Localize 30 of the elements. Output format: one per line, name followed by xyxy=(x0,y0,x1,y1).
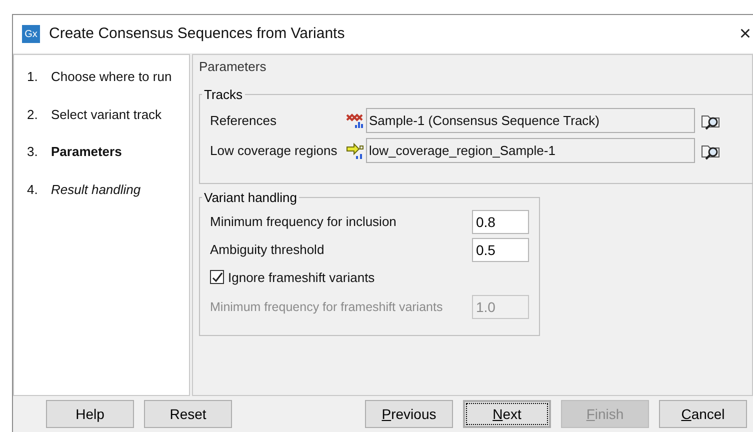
track-field[interactable]: low_coverage_region_Sample-1 xyxy=(366,138,695,163)
window-title: Create Consensus Sequences from Variants xyxy=(49,24,345,44)
dialog-button[interactable]: Cancel xyxy=(659,400,747,428)
checkbox-label: Ignore frameshift variants xyxy=(228,268,375,287)
step-number: 2. xyxy=(27,106,39,124)
step-number: 4. xyxy=(27,180,39,198)
dialog-button[interactable]: Reset xyxy=(144,400,232,428)
number-field[interactable]: 0.5 xyxy=(472,238,529,262)
field-label: Minimum frequency for inclusion xyxy=(210,212,398,231)
checkbox[interactable] xyxy=(210,270,224,284)
step-number: 3. xyxy=(27,143,39,161)
step-label: Parameters xyxy=(51,143,122,161)
track-field[interactable]: Sample-1 (Consensus Sequence Track) xyxy=(366,108,695,133)
field-label: References xyxy=(210,112,278,130)
close-button[interactable]: × xyxy=(739,24,751,44)
step-label: Result handling xyxy=(51,180,141,199)
field-label: Ambiguity threshold xyxy=(210,240,326,259)
panel-title: Parameters xyxy=(199,58,268,76)
track-icon xyxy=(346,112,364,130)
dialog-button[interactable]: Help xyxy=(46,400,134,428)
app-logo: Gx xyxy=(22,25,40,43)
step-label: Select variant track xyxy=(51,106,162,124)
dialog-button[interactable]: Next xyxy=(463,400,551,428)
field-label: Low coverage regions xyxy=(210,142,338,160)
step-label: Choose where to run xyxy=(51,68,172,86)
number-field[interactable]: 0.8 xyxy=(472,210,529,234)
step-number: 1. xyxy=(27,68,39,86)
field-label: Minimum frequency for frameshift variants xyxy=(210,298,444,316)
annotation-track-icon xyxy=(346,142,364,160)
dialog-button[interactable]: Previous xyxy=(365,400,453,428)
